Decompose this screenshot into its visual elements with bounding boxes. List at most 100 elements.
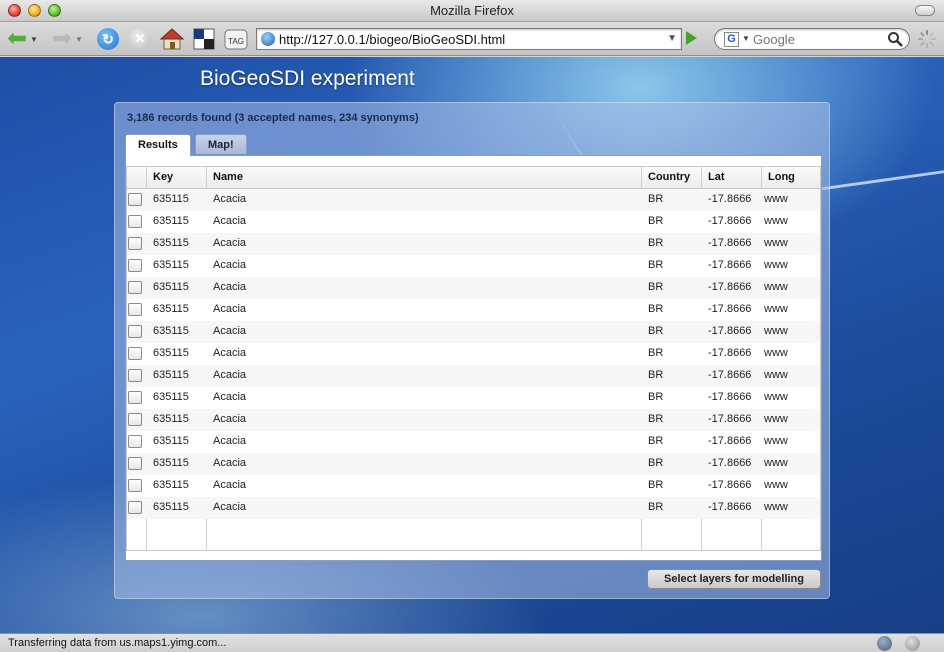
cell-country: BR — [648, 369, 664, 381]
cell-lat: -17.8666 — [708, 281, 752, 293]
cell-long: www — [764, 413, 788, 425]
column-header-country[interactable]: Country — [642, 167, 702, 189]
row-checkbox[interactable] — [128, 501, 142, 514]
row-checkbox[interactable] — [128, 369, 142, 382]
spinner-icon — [918, 30, 936, 48]
search-engine-dropdown-icon[interactable]: ▼ — [742, 34, 750, 43]
magnifier-icon[interactable] — [887, 31, 903, 47]
table-row[interactable]: 635115 Acacia BR -17.8666 www — [127, 189, 820, 211]
table-row[interactable]: 635115 Acacia BR -17.8666 www — [127, 365, 820, 387]
go-arrow-icon[interactable] — [686, 31, 697, 45]
table-row[interactable]: 635115 Acacia BR -17.8666 www — [127, 431, 820, 453]
table-row[interactable]: 635115 Acacia BR -17.8666 www — [127, 211, 820, 233]
forward-arrow-icon[interactable]: ➡ — [50, 27, 74, 51]
cell-key: 635115 — [153, 479, 189, 491]
column-header-name[interactable]: Name — [207, 167, 642, 189]
table-header: Key Name Country Lat Long — [127, 167, 820, 189]
results-panel: 3,186 records found (3 accepted names, 2… — [114, 102, 830, 599]
row-checkbox[interactable] — [128, 413, 142, 426]
cell-key: 635115 — [153, 391, 189, 403]
table-row[interactable]: 635115 Acacia BR -17.8666 www — [127, 475, 820, 497]
back-history-dropdown-icon[interactable]: ▼ — [30, 27, 38, 51]
forward-history-dropdown-icon[interactable]: ▼ — [75, 27, 83, 51]
cell-country: BR — [648, 259, 664, 271]
cell-country: BR — [648, 435, 664, 447]
google-engine-icon[interactable]: G — [724, 32, 739, 47]
cell-key: 635115 — [153, 413, 189, 425]
table-row[interactable]: 635115 Acacia BR -17.8666 www — [127, 343, 820, 365]
row-checkbox[interactable] — [128, 435, 142, 448]
cell-key: 635115 — [153, 303, 189, 315]
column-header-key[interactable]: Key — [147, 167, 207, 189]
results-table: Key Name Country Lat Long 635115 Acacia BR… — [126, 166, 821, 551]
table-body: 635115 Acacia BR -17.8666 www 635115 Acacia BR -… — [127, 189, 820, 519]
row-checkbox[interactable] — [128, 237, 142, 250]
tag-icon[interactable]: TAG — [224, 27, 248, 51]
cell-lat: -17.8666 — [708, 347, 752, 359]
row-checkbox[interactable] — [128, 193, 142, 206]
row-checkbox[interactable] — [128, 457, 142, 470]
column-header-long[interactable]: Long — [762, 167, 820, 189]
cell-key: 635115 — [153, 435, 189, 447]
cell-name: Acacia — [213, 259, 247, 271]
cell-country: BR — [648, 303, 664, 315]
row-checkbox[interactable] — [128, 325, 142, 338]
select-layers-button[interactable]: Select layers for modelling — [647, 569, 821, 589]
cell-country: BR — [648, 413, 664, 425]
table-row[interactable]: 635115 Acacia BR -17.8666 www — [127, 277, 820, 299]
cell-name: Acacia — [213, 435, 247, 447]
connection-status-icon[interactable] — [905, 636, 920, 651]
cell-country: BR — [648, 281, 664, 293]
home-icon[interactable] — [160, 27, 184, 51]
row-checkbox[interactable] — [128, 215, 142, 228]
url-text[interactable]: http://127.0.0.1/biogeo/BioGeoSDI.html — [279, 32, 505, 47]
cell-key: 635115 — [153, 369, 189, 381]
page-content: BioGeoSDI experiment 3,186 records found… — [0, 57, 944, 633]
row-checkbox[interactable] — [128, 303, 142, 316]
cell-name: Acacia — [213, 281, 247, 293]
cell-name: Acacia — [213, 413, 247, 425]
cell-lat: -17.8666 — [708, 501, 752, 513]
cell-country: BR — [648, 479, 664, 491]
table-row[interactable]: 635115 Acacia BR -17.8666 www — [127, 453, 820, 475]
cell-name: Acacia — [213, 215, 247, 227]
column-header-lat[interactable]: Lat — [702, 167, 762, 189]
row-checkbox[interactable] — [128, 347, 142, 360]
table-row[interactable]: 635115 Acacia BR -17.8666 www — [127, 387, 820, 409]
back-arrow-icon[interactable]: ⬅ — [4, 27, 30, 51]
table-row[interactable]: 635115 Acacia BR -17.8666 www — [127, 233, 820, 255]
table-row[interactable]: 635115 Acacia BR -17.8666 www — [127, 255, 820, 277]
row-checkbox[interactable] — [128, 479, 142, 492]
cell-key: 635115 — [153, 215, 189, 227]
search-bar[interactable]: G ▼ — [714, 28, 910, 50]
table-row[interactable]: 635115 Acacia BR -17.8666 www — [127, 497, 820, 519]
url-bar[interactable]: http://127.0.0.1/biogeo/BioGeoSDI.html ▼ — [256, 28, 682, 50]
cell-long: www — [764, 281, 788, 293]
reload-icon[interactable]: ↻ — [96, 27, 120, 51]
cell-name: Acacia — [213, 303, 247, 315]
table-row[interactable]: 635115 Acacia BR -17.8666 www — [127, 299, 820, 321]
table-row[interactable]: 635115 Acacia BR -17.8666 www — [127, 321, 820, 343]
tab-results[interactable]: Results — [125, 134, 191, 156]
url-history-dropdown-icon[interactable]: ▼ — [667, 33, 677, 44]
cell-name: Acacia — [213, 325, 247, 337]
cell-long: www — [764, 325, 788, 337]
cell-country: BR — [648, 391, 664, 403]
cell-long: www — [764, 501, 788, 513]
results-grid: Key Name Country Lat Long 635115 Acacia BR… — [125, 155, 822, 561]
addon-status-icon[interactable] — [877, 636, 892, 651]
toolbar-toggle-button[interactable] — [915, 5, 935, 16]
cell-name: Acacia — [213, 479, 247, 491]
search-input[interactable] — [753, 31, 885, 47]
table-row[interactable]: 635115 Acacia BR -17.8666 www — [127, 409, 820, 431]
stop-icon[interactable]: ✕ — [128, 27, 152, 51]
row-checkbox[interactable] — [128, 281, 142, 294]
cell-long: www — [764, 391, 788, 403]
bookmark-icon[interactable] — [192, 27, 216, 51]
cell-long: www — [764, 215, 788, 227]
cell-key: 635115 — [153, 259, 189, 271]
cell-country: BR — [648, 215, 664, 227]
row-checkbox[interactable] — [128, 259, 142, 272]
tab-map[interactable]: Map! — [195, 134, 247, 154]
row-checkbox[interactable] — [128, 391, 142, 404]
